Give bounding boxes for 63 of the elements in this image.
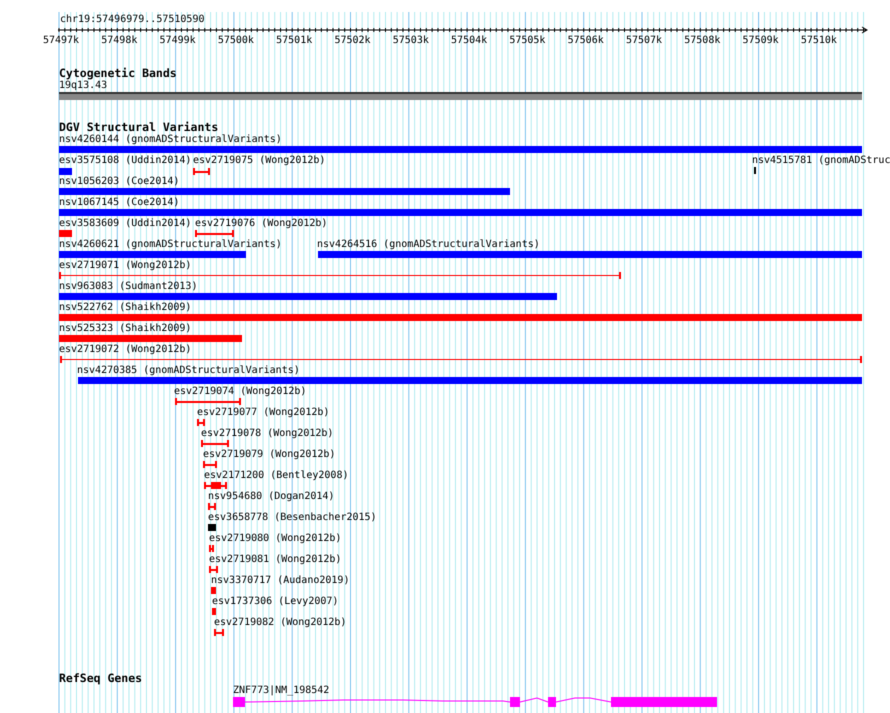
ruler-tick-label: 57497k — [42, 35, 80, 47]
ruler-tick-label: 57506k — [568, 35, 604, 47]
variant-span[interactable] — [208, 503, 216, 510]
variant-label: esv2719081 (Wong2012b) — [209, 554, 342, 566]
gene-label: ZNF773|NM_198542 — [233, 685, 330, 697]
variant-label: nsv4515781 (gnomADStruc — [752, 155, 890, 167]
ruler-tick-label: 57498k — [101, 35, 138, 47]
variant-label: esv3583609 (Uddin2014) — [59, 218, 192, 230]
variant-label: esv2719079 (Wong2012b) — [203, 449, 336, 461]
ruler-tick-label: 57499k — [160, 35, 196, 47]
variant-label: esv2719080 (Wong2012b) — [209, 533, 342, 545]
variant-label: nsv4264516 (gnomADStructuralVariants) — [317, 239, 540, 251]
variant-span[interactable] — [59, 272, 621, 279]
track-title: RefSeq Genes — [59, 672, 142, 685]
variant-label: nsv1067145 (Coe2014) — [59, 197, 180, 209]
variant-span[interactable] — [197, 419, 205, 426]
ruler-tick-label: 57510k — [800, 35, 837, 47]
location-label: chr19:57496979..57510590 — [60, 14, 204, 26]
variant-span[interactable] — [214, 629, 224, 636]
variant-label: nsv3370717 (Audano2019) — [211, 575, 350, 587]
band-label: 19q13.43 — [59, 80, 108, 92]
variant-label: esv2719076 (Wong2012b) — [195, 218, 328, 230]
variant-label: nsv963083 (Sudmant2013) — [59, 281, 198, 293]
variant-span[interactable] — [209, 566, 218, 573]
variant-label: esv2719077 (Wong2012b) — [197, 407, 330, 419]
variant-label: esv2719072 (Wong2012b) — [59, 344, 192, 356]
variant-label: esv2719075 (Wong2012b) — [193, 155, 326, 167]
variant-label: nsv4260144 (gnomADStructuralVariants) — [59, 134, 282, 146]
variant-label: nsv525323 (Shaikh2009) — [59, 323, 192, 335]
variant-span[interactable] — [204, 482, 227, 489]
variant-label: esv2171200 (Bentley2008) — [204, 470, 348, 482]
variant-span[interactable] — [203, 461, 217, 468]
ruler-tick-label: 57503k — [392, 35, 429, 47]
cytoband-bar[interactable] — [59, 92, 862, 100]
ruler-tick-label: 57507k — [626, 35, 662, 47]
variant-label: esv2719071 (Wong2012b) — [59, 260, 192, 272]
variant-label: nsv4260621 (gnomADStructuralVariants) — [59, 239, 282, 251]
ruler-tick-label: 57502k — [334, 35, 371, 47]
variant-label: esv1737306 (Levy2007) — [212, 596, 338, 608]
variant-span[interactable] — [193, 168, 210, 175]
variant-span[interactable] — [175, 398, 241, 405]
gene-model-drawing[interactable] — [233, 697, 717, 707]
variant-label: esv2719082 (Wong2012b) — [214, 617, 346, 629]
variant-label: esv2719078 (Wong2012b) — [201, 428, 334, 440]
variant-span[interactable] — [195, 230, 234, 237]
variant-span[interactable] — [201, 440, 229, 447]
variant-label: nsv1056203 (Coe2014) — [59, 176, 180, 188]
variant-label: nsv522762 (Shaikh2009) — [59, 302, 192, 314]
variant-span[interactable] — [209, 545, 214, 552]
ruler-tick-label: 57508k — [684, 35, 720, 47]
ruler-tick-label: 57509k — [742, 35, 779, 47]
ruler-tick-label: 57500k — [218, 35, 254, 47]
track-title: DGV Structural Variants — [59, 121, 218, 134]
ruler-tick-label: 57504k — [451, 35, 488, 47]
variant-span[interactable] — [60, 356, 862, 363]
variant-label: esv3658778 (Besenbacher2015) — [208, 512, 377, 524]
ruler-tick-label: 57501k — [276, 35, 312, 47]
variant-label: esv3575108 (Uddin2014) — [59, 155, 192, 167]
variant-label: esv2719074 (Wong2012b) — [174, 386, 306, 398]
variant-label: nsv4270385 (gnomADStructuralVariants) — [77, 365, 300, 377]
variant-label: nsv954680 (Dogan2014) — [208, 491, 334, 503]
ruler-tick-label: 57505k — [509, 35, 546, 47]
track-title: Cytogenetic Bands — [59, 67, 177, 80]
